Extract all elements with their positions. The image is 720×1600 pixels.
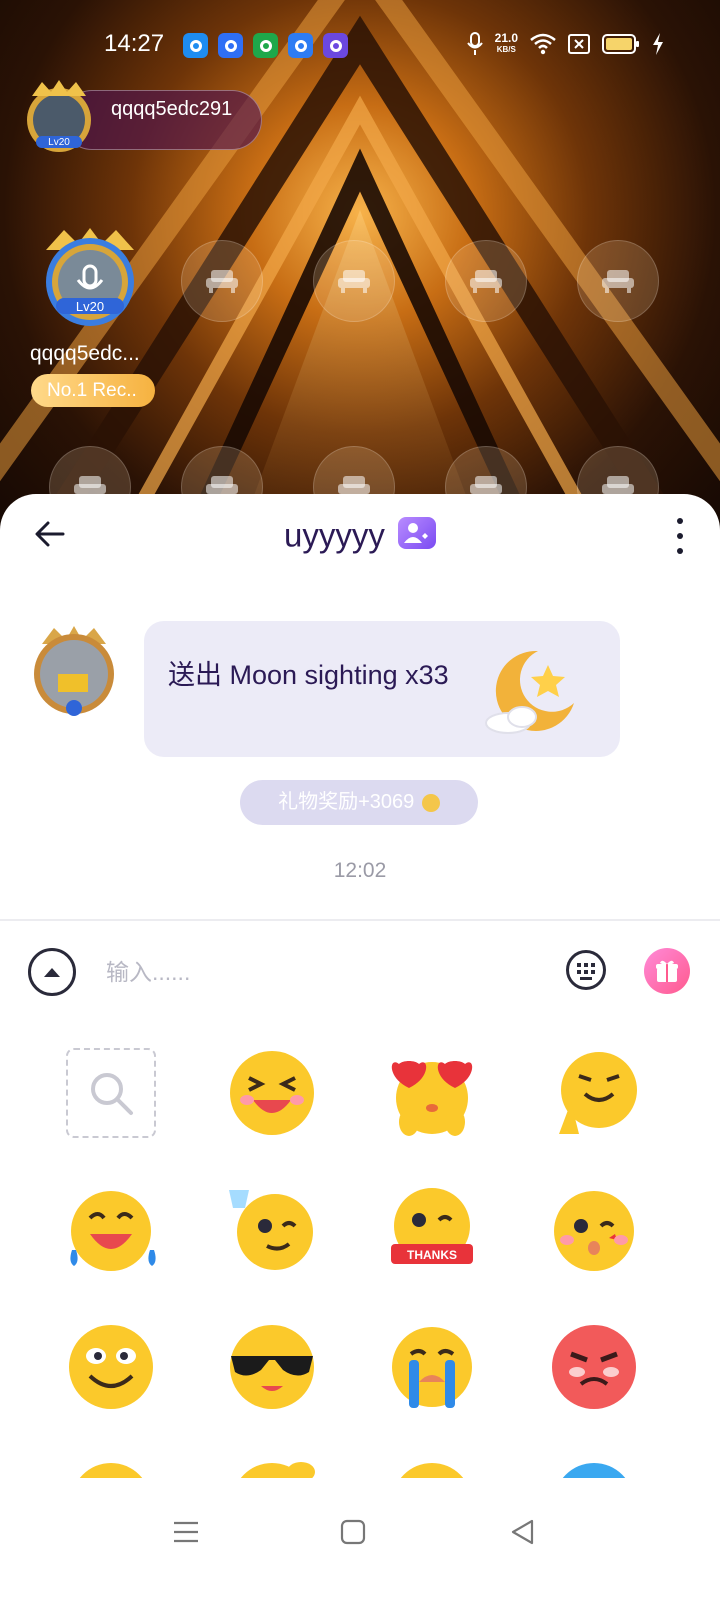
- nav-menu-button[interactable]: [166, 1512, 206, 1552]
- coin-icon: [421, 793, 440, 812]
- seat-user-avatar[interactable]: Lv20: [34, 226, 146, 338]
- status-bar: 14:27 21.0 KB/S: [0, 26, 720, 66]
- emoji-partial[interactable]: [387, 1458, 477, 1480]
- system-icons: 21.0 KB/S: [466, 31, 664, 56]
- emoji-panel: THANKS: [0, 1034, 720, 1480]
- baidu-app-icon: [218, 33, 243, 58]
- back-triangle-icon: [511, 1519, 534, 1545]
- svg-text:THANKS: THANKS: [407, 1248, 457, 1262]
- kiss-emoji[interactable]: [549, 1186, 639, 1276]
- message-timestamp: 12:02: [333, 859, 387, 882]
- gift-message-bubble[interactable]: 送出 Moon sighting x33: [144, 621, 620, 757]
- heart-eyes-emoji[interactable]: [387, 1048, 477, 1138]
- wifi-icon: [530, 33, 556, 55]
- gift-icon: [656, 960, 678, 982]
- emoji-search-button[interactable]: [66, 1048, 156, 1138]
- charging-icon: [653, 33, 663, 55]
- friend-badge-icon: [398, 517, 437, 550]
- gift-reward-pill: 礼物奖励+3069: [240, 780, 478, 825]
- nav-home-button[interactable]: [333, 1512, 373, 1552]
- chat-title-text: uyyyyy: [283, 516, 385, 554]
- laughing-emoji[interactable]: [227, 1048, 317, 1138]
- emoji-partial[interactable]: [549, 1458, 639, 1480]
- keyboard-icon: [577, 963, 595, 980]
- thanks-emoji[interactable]: THANKS: [387, 1186, 477, 1276]
- sofa-icon: [338, 270, 370, 293]
- sofa-icon: [470, 270, 502, 293]
- sofa-icon: [602, 270, 634, 293]
- seat-rank-badge: No.1 Rec..: [31, 374, 155, 407]
- network-speed: 21.0 KB/S: [494, 31, 518, 55]
- emoji-partial[interactable]: [66, 1458, 156, 1480]
- crying-emoji[interactable]: [387, 1322, 477, 1412]
- caret-up-icon: [44, 968, 60, 977]
- angry-emoji[interactable]: [549, 1322, 639, 1412]
- more-options-button[interactable]: [674, 518, 686, 554]
- expand-button[interactable]: [28, 948, 76, 996]
- praying-emoji[interactable]: [549, 1048, 639, 1138]
- message-input[interactable]: [106, 952, 526, 992]
- menu-icon: [174, 1521, 198, 1543]
- vpn-app-icon: [323, 33, 348, 58]
- host-avatar-frame[interactable]: Lv20: [18, 78, 100, 160]
- empty-seat[interactable]: [313, 240, 395, 322]
- seat-user-level: Lv20: [76, 299, 104, 314]
- battery-icon: [602, 34, 639, 54]
- system-nav-bar: [0, 1478, 720, 1600]
- sender-avatar[interactable]: [28, 624, 120, 720]
- notification-icons: [183, 33, 348, 58]
- smiling-emoji[interactable]: [66, 1322, 156, 1412]
- notification-app-icon: [183, 33, 208, 58]
- keyboard-button[interactable]: [566, 950, 606, 990]
- sofa-icon: [206, 270, 238, 293]
- tears-of-joy-emoji[interactable]: [66, 1186, 156, 1276]
- host-level: Lv20: [48, 137, 70, 148]
- moon-gift-icon: [485, 650, 574, 734]
- chat-title: uyyyyy: [0, 514, 720, 554]
- sim-off-icon: [568, 34, 590, 54]
- chat-sheet: uyyyyy 送出 Moon sighting x33 礼物奖励+3069 12…: [0, 494, 720, 1600]
- status-time: 14:27: [104, 30, 165, 57]
- emoji-partial[interactable]: [227, 1458, 317, 1480]
- network-speed-value: 21.0: [494, 31, 518, 45]
- search-icon: [91, 1073, 133, 1115]
- divider: [0, 919, 720, 921]
- home-square-icon: [340, 1519, 366, 1545]
- gift-button[interactable]: [644, 948, 690, 994]
- gift-reward-text: 礼物奖励+3069: [278, 791, 415, 813]
- input-bar: [0, 924, 720, 1022]
- browser-app-icon: [288, 33, 313, 58]
- sunglasses-emoji[interactable]: [227, 1322, 317, 1412]
- empty-seat[interactable]: [445, 240, 527, 322]
- toast-wink-emoji[interactable]: [227, 1186, 317, 1276]
- empty-seat[interactable]: [577, 240, 659, 322]
- nav-back-button[interactable]: [503, 1512, 543, 1552]
- network-speed-unit: KB/S: [496, 45, 516, 54]
- microphone-icon: [466, 32, 483, 55]
- gift-message-text: 送出 Moon sighting x33: [168, 660, 449, 690]
- store-app-icon: [253, 33, 278, 58]
- seat-user-name: qqqq5edc...: [30, 342, 140, 365]
- host-name: qqqq5edc291: [111, 98, 233, 120]
- empty-seat[interactable]: [181, 240, 263, 322]
